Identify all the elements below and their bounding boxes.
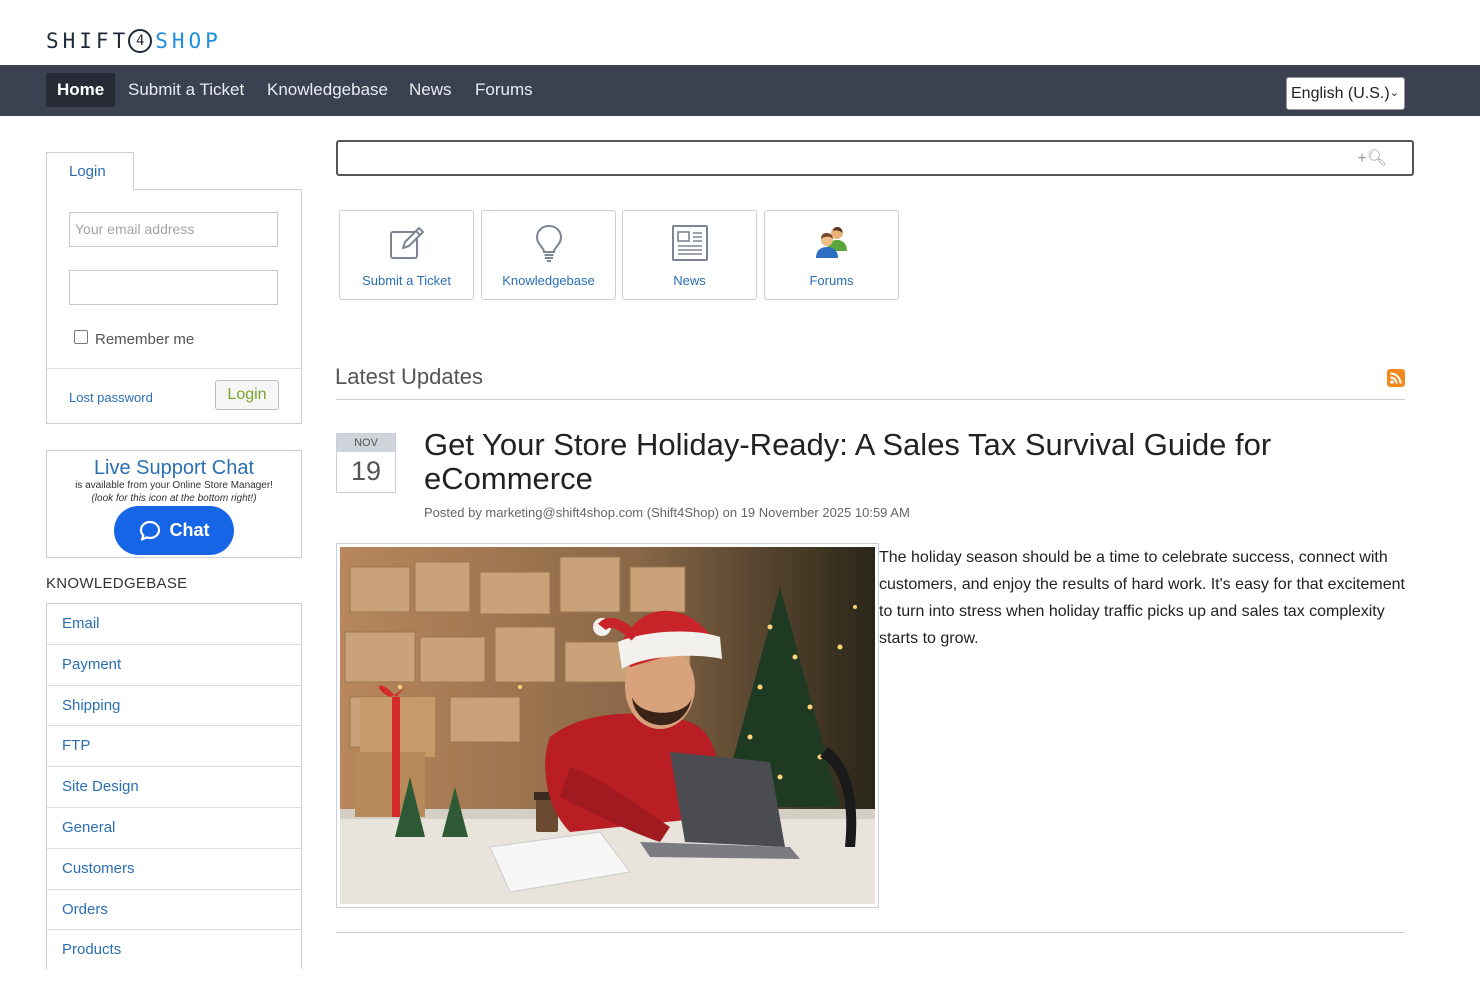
login-button[interactable]: Login bbox=[215, 380, 279, 410]
chevron-down-icon: ⌄ bbox=[1389, 87, 1399, 99]
tile-submit-ticket[interactable]: Submit a Ticket bbox=[339, 210, 474, 300]
remember-me[interactable]: Remember me bbox=[74, 329, 195, 348]
nav-knowledgebase[interactable]: Knowledgebase bbox=[256, 73, 399, 107]
kb-item-payment[interactable]: Payment bbox=[47, 645, 301, 686]
tile-forums[interactable]: Forums bbox=[764, 210, 899, 300]
lost-password-link[interactable]: Lost password bbox=[69, 390, 153, 405]
nav-submit-ticket[interactable]: Submit a Ticket bbox=[117, 73, 255, 107]
tile-knowledgebase[interactable]: Knowledgebase bbox=[481, 210, 616, 300]
logo-circle-four: 4 bbox=[128, 29, 153, 53]
login-divider bbox=[47, 368, 301, 369]
edit-icon bbox=[389, 227, 424, 259]
email-field[interactable]: Your email address bbox=[69, 212, 278, 247]
post-day: 19 bbox=[350, 456, 382, 486]
language-select[interactable]: English (U.S.) ⌄ bbox=[1286, 77, 1405, 110]
logo-text-shop: SHOP bbox=[155, 29, 222, 53]
post-body: The holiday season should be a time to c… bbox=[879, 549, 1405, 647]
post-divider bbox=[336, 932, 1405, 933]
chat-line-1: is available from your Online Store Mana… bbox=[75, 480, 273, 491]
post-image bbox=[336, 543, 879, 908]
knowledgebase-heading: KNOWLEDGEBASE bbox=[46, 575, 188, 592]
kb-item-ftp[interactable]: FTP bbox=[47, 726, 301, 768]
logo-text-shift: SHIFT bbox=[46, 29, 130, 53]
nav-home[interactable]: Home bbox=[46, 73, 116, 107]
tile-news-label: News bbox=[673, 273, 706, 288]
lightbulb-icon bbox=[535, 224, 562, 262]
nav-news[interactable]: News bbox=[398, 73, 463, 107]
kb-item-email[interactable]: Email bbox=[47, 604, 301, 645]
top-navbar: Home Submit a Ticket Knowledgebase News … bbox=[0, 65, 1480, 116]
updates-divider bbox=[336, 399, 1405, 400]
search-input[interactable]: +🔍︎ bbox=[336, 140, 1414, 176]
nav-forums[interactable]: Forums bbox=[464, 73, 544, 107]
tile-news[interactable]: News bbox=[622, 210, 757, 300]
search-icon[interactable]: +🔍︎ bbox=[1357, 148, 1387, 168]
latest-updates-heading: Latest Updates bbox=[335, 364, 483, 389]
kb-item-orders[interactable]: Orders bbox=[47, 890, 301, 931]
kb-item-general[interactable]: General bbox=[47, 808, 301, 849]
tile-forums-label: Forums bbox=[809, 273, 854, 288]
kb-item-products[interactable]: Products bbox=[47, 930, 301, 969]
rss-icon[interactable] bbox=[1387, 369, 1405, 387]
kb-item-customers[interactable]: Customers bbox=[47, 849, 301, 890]
shift4shop-logo[interactable]: SHIFT 4 SHOP bbox=[46, 28, 222, 54]
chat-title: Live Support Chat bbox=[93, 457, 255, 479]
chat-button[interactable]: Chat bbox=[114, 506, 234, 555]
language-value: English (U.S.) bbox=[1291, 85, 1390, 102]
tile-knowledgebase-label: Knowledgebase bbox=[502, 273, 595, 288]
remember-label: Remember me bbox=[95, 331, 195, 348]
post-meta: Posted by marketing@shift4shop.com (Shif… bbox=[424, 505, 910, 520]
tile-submit-ticket-label: Submit a Ticket bbox=[362, 273, 451, 288]
post-title[interactable]: Get Your Store Holiday-Ready: A Sales Ta… bbox=[424, 428, 1324, 496]
post-month: NOV bbox=[337, 434, 395, 452]
login-tab[interactable]: Login bbox=[46, 152, 134, 190]
chat-button-label: Chat bbox=[169, 520, 210, 540]
kb-item-site-design[interactable]: Site Design bbox=[47, 767, 301, 808]
holiday-warehouse-photo bbox=[340, 547, 875, 904]
login-panel: Your email address Remember me Lost pass… bbox=[46, 189, 302, 424]
knowledgebase-list: Email Payment Shipping FTP Site Design G… bbox=[46, 603, 302, 969]
chat-line-2: (look for this icon at the bottom right!… bbox=[91, 493, 257, 504]
kb-item-shipping[interactable]: Shipping bbox=[47, 686, 301, 727]
live-support-chat: Live Support Chat is available from your… bbox=[46, 450, 302, 558]
newspaper-icon bbox=[671, 225, 708, 261]
remember-checkbox[interactable] bbox=[74, 329, 88, 344]
post-date-badge: NOV 19 bbox=[336, 433, 396, 493]
users-icon bbox=[815, 227, 847, 258]
password-field[interactable] bbox=[69, 270, 278, 305]
chat-bubble-icon bbox=[139, 520, 160, 541]
